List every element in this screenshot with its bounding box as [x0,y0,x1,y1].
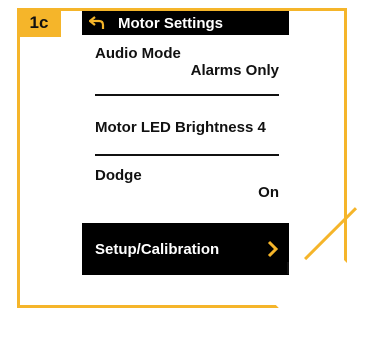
chevron-right-icon [267,240,279,258]
setting-label: Dodge [95,167,142,184]
menu-item-label: Setup/Calibration [95,240,220,258]
setting-value: Alarms Only [190,62,279,79]
screen-header: Motor Settings [82,11,289,35]
setting-value: On [258,184,279,201]
divider [95,94,279,96]
setting-audio-mode[interactable]: Audio Mode Alarms Only [95,45,279,79]
screen-title: Motor Settings [118,14,223,32]
setting-label: Motor LED Brightness 4 [95,119,266,136]
setting-label: Audio Mode [95,45,181,62]
text-cursor [287,262,289,274]
back-arrow-icon[interactable] [82,16,112,30]
step-badge: 1c [17,8,61,37]
menu-item-setup-calibration[interactable]: Setup/Calibration [82,223,289,275]
divider [95,154,279,156]
setting-motor-led-brightness[interactable]: Motor LED Brightness 4 [95,119,279,136]
device-screen: Motor Settings Audio Mode Alarms Only Mo… [82,11,289,275]
setting-dodge[interactable]: Dodge On [95,167,279,201]
